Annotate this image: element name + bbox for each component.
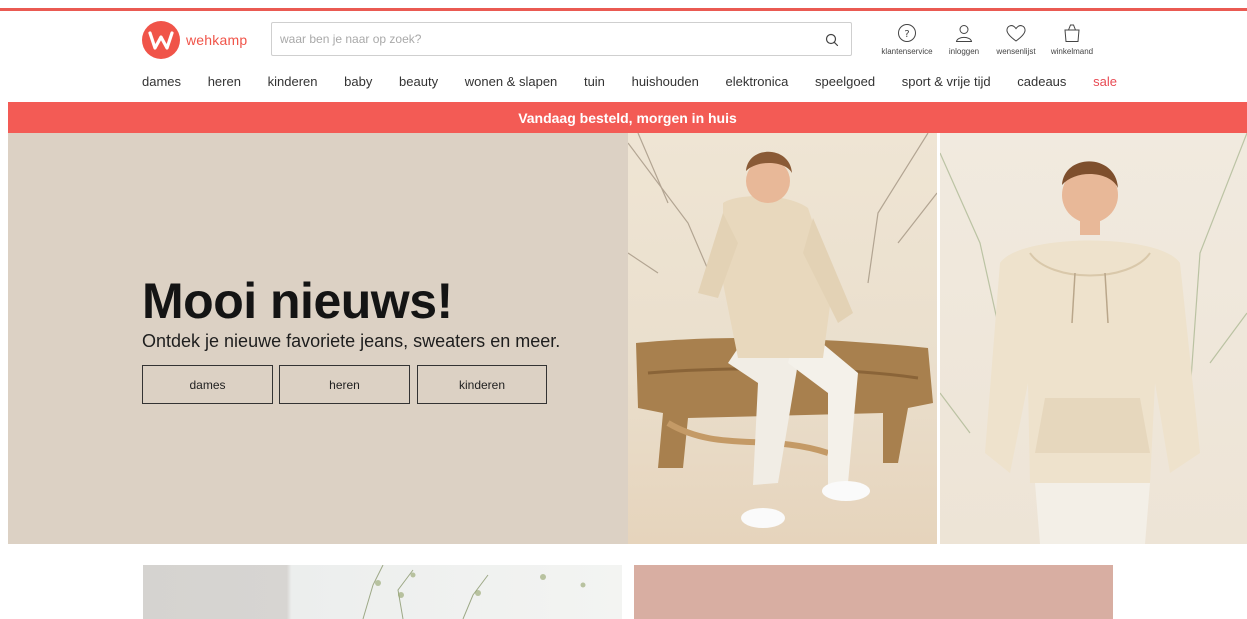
hero-photo-standing-model[interactable] <box>940 133 1247 544</box>
svg-text:?: ? <box>904 29 909 40</box>
klantenservice-link[interactable]: ? klantenservice <box>874 22 940 62</box>
search-input[interactable] <box>272 23 812 55</box>
search-button[interactable] <box>817 25 847 55</box>
heart-icon <box>1006 25 1026 42</box>
hero-photo-seated-model[interactable] <box>628 133 937 544</box>
nav-item-huishouden[interactable]: huishouden <box>632 74 699 94</box>
winkelmand-label: winkelmand <box>1050 47 1094 56</box>
hero-subtitle: Ontdek je nieuwe favoriete jeans, sweate… <box>142 331 561 351</box>
nav-item-wonen-slapen[interactable]: wonen & slapen <box>465 74 558 94</box>
nav-item-sport-vrije-tijd[interactable]: sport & vrije tijd <box>902 74 991 94</box>
delivery-promo-text: Vandaag besteld, morgen in huis <box>518 109 737 126</box>
wensenlijst-label: wensenlijst <box>996 47 1036 56</box>
search-bar <box>271 22 852 56</box>
help-circle-icon: ? <box>898 24 916 42</box>
hero-button-heren[interactable]: heren <box>279 365 410 404</box>
logo-w-icon <box>142 21 180 59</box>
promo-card-pink[interactable] <box>634 565 1113 619</box>
winkelmand-link[interactable]: winkelmand <box>1044 22 1100 62</box>
inloggen-label: inloggen <box>948 47 980 56</box>
nav-item-cadeaus[interactable]: cadeaus <box>1017 74 1066 94</box>
search-icon <box>825 33 839 47</box>
logo-text: wehkamp <box>186 32 248 48</box>
nav-item-beauty[interactable]: beauty <box>399 74 438 94</box>
nav-item-tuin[interactable]: tuin <box>584 74 605 94</box>
wehkamp-logo[interactable]: wehkamp <box>142 20 262 60</box>
nav-item-dames[interactable]: dames <box>142 74 181 94</box>
nav-item-kinderen[interactable]: kinderen <box>268 74 318 94</box>
inloggen-link[interactable]: inloggen <box>940 22 988 62</box>
nav-item-elektronica[interactable]: elektronica <box>726 74 789 94</box>
delivery-promo-banner[interactable]: Vandaag besteld, morgen in huis <box>8 102 1247 133</box>
nav-item-heren[interactable]: heren <box>208 74 241 94</box>
wensenlijst-link[interactable]: wensenlijst <box>988 22 1044 62</box>
hero-title: Mooi nieuws! <box>142 273 453 329</box>
hero-button-kinderen[interactable]: kinderen <box>417 365 547 404</box>
user-icon <box>955 25 973 42</box>
promo-card-home-image <box>362 565 586 619</box>
hero-button-dames[interactable]: dames <box>142 365 273 404</box>
hero-section: Mooi nieuws! Ontdek je nieuwe favoriete … <box>8 133 1247 544</box>
category-nav: dames heren kinderen baby beauty wonen &… <box>142 74 1117 94</box>
header-icon-links: ? klantenservice inloggen wensenlijst wi… <box>874 22 1100 62</box>
nav-item-speelgoed[interactable]: speelgoed <box>815 74 875 94</box>
seated-model-illustration <box>628 133 937 528</box>
klantenservice-label: klantenservice <box>881 47 933 56</box>
nav-item-baby[interactable]: baby <box>344 74 372 94</box>
nav-item-sale[interactable]: sale <box>1093 74 1117 94</box>
shopping-bag-icon <box>1064 24 1080 42</box>
top-accent-line <box>0 8 1247 11</box>
standing-model-illustration <box>940 133 1247 544</box>
promo-card-home[interactable] <box>143 565 622 619</box>
